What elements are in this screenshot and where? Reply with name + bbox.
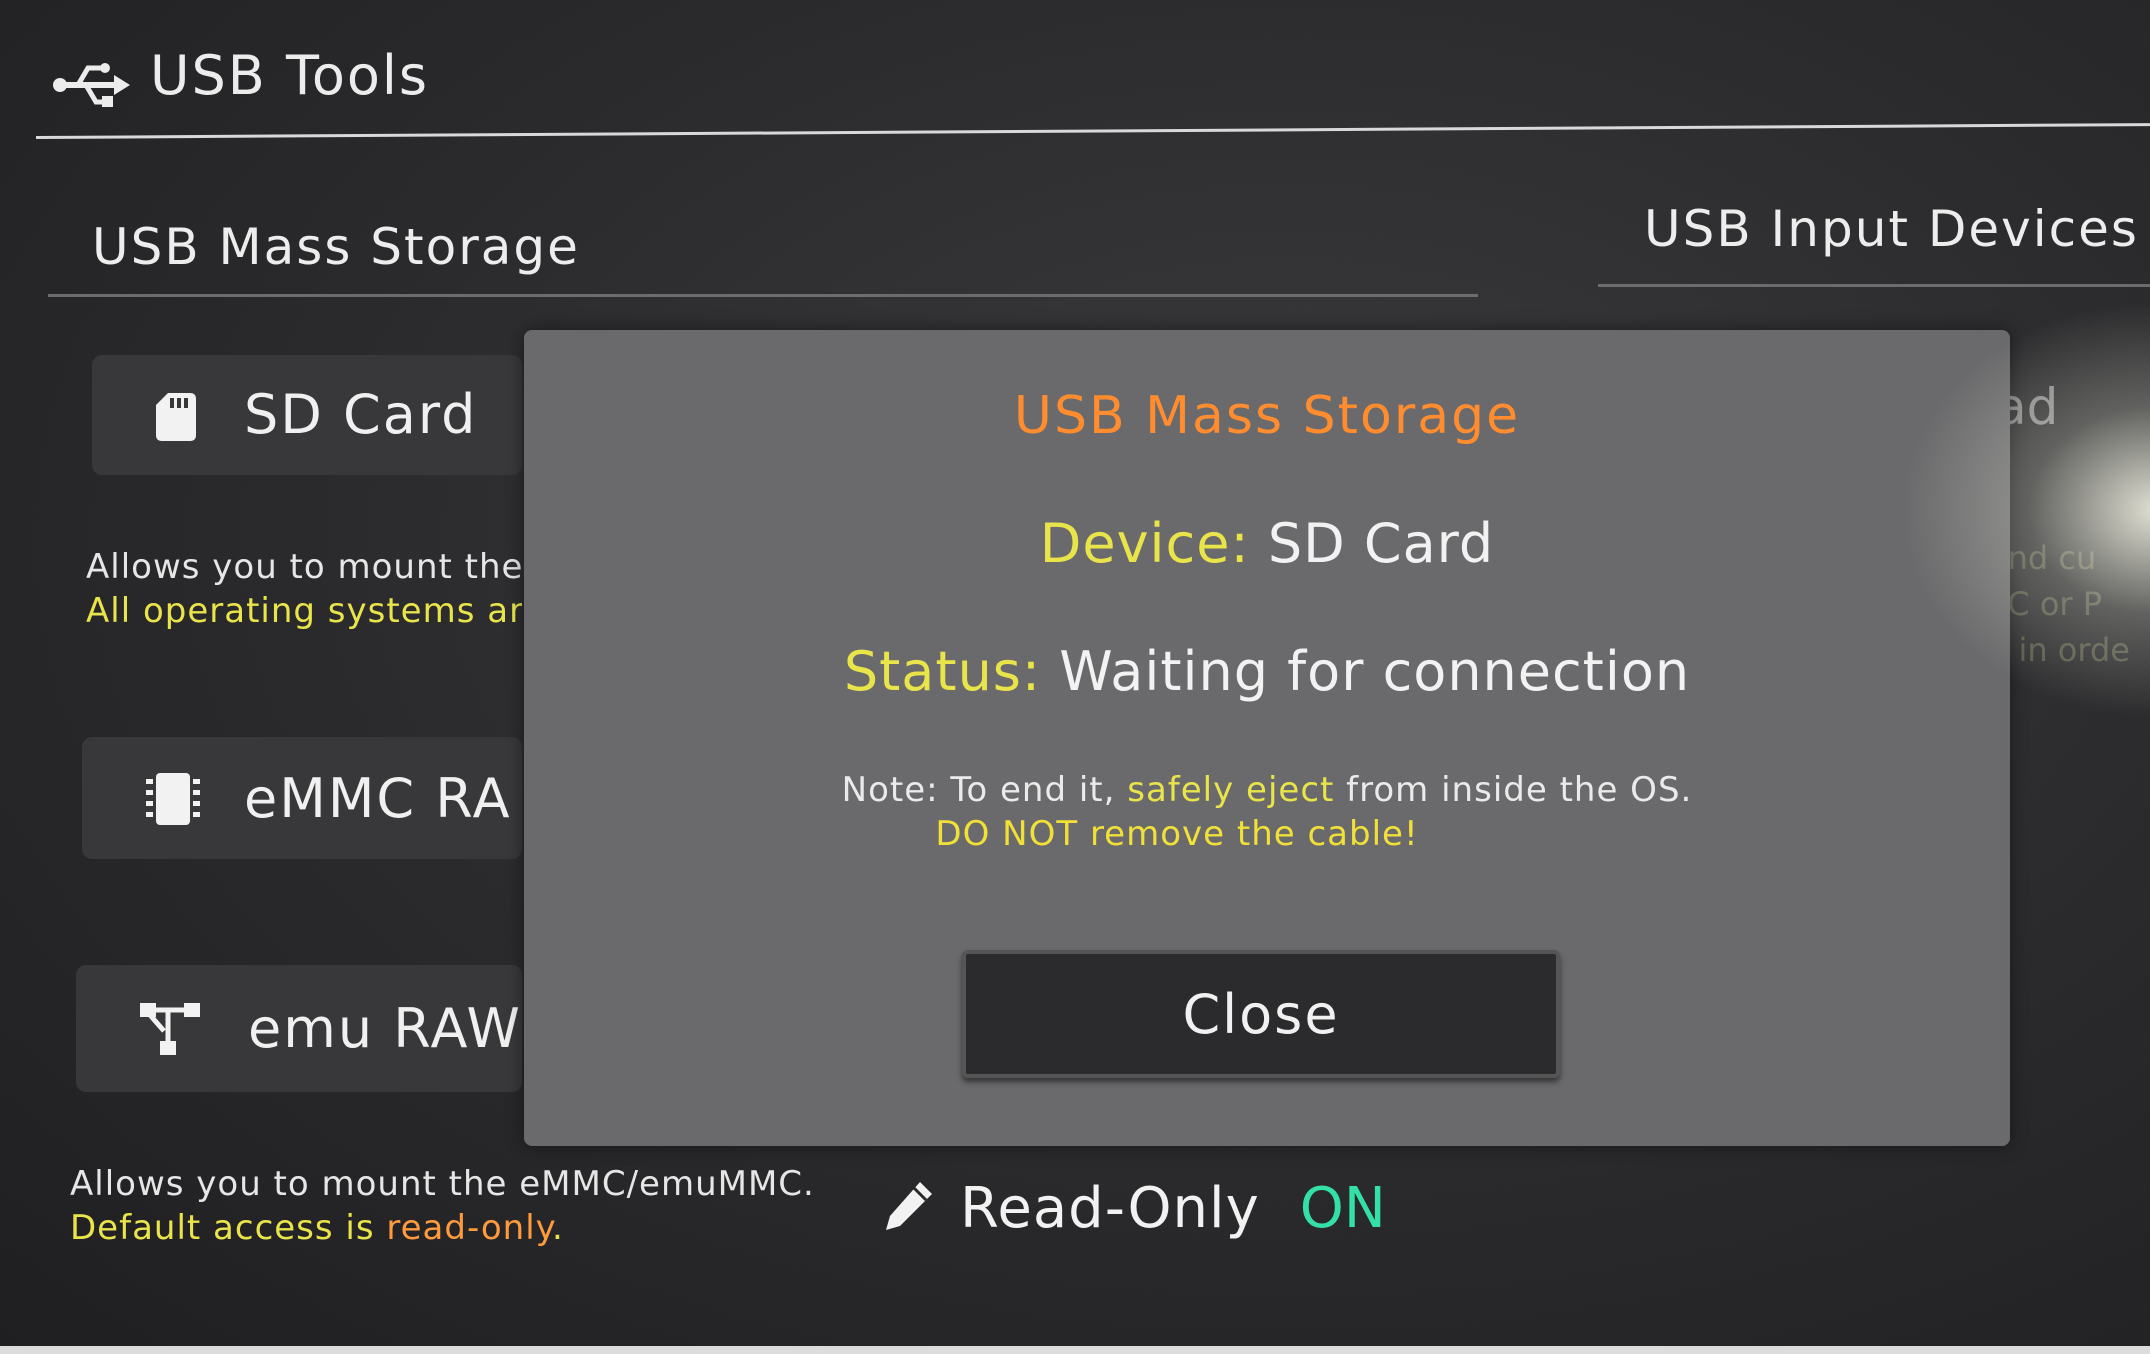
- emu-desc-line2-highlight: read-only: [386, 1208, 552, 1248]
- partition-icon: [140, 1003, 202, 1061]
- read-only-label: Read-Only: [960, 1175, 1260, 1241]
- menu-item-emu-raw[interactable]: emu RAW: [76, 965, 522, 1092]
- sd-card-description: Allows you to mount the S All operating …: [86, 545, 522, 633]
- pencil-icon: [882, 1180, 934, 1236]
- menu-item-sd-card[interactable]: SD Card: [92, 355, 522, 475]
- menu-item-emu-raw-label: emu RAW: [248, 997, 522, 1060]
- dialog-status-line: Status: Waiting for connection: [524, 640, 2010, 703]
- usb-icon: [52, 56, 130, 114]
- dialog-device-line: Device: SD Card: [524, 512, 2010, 575]
- note-suffix: from inside the OS.: [1334, 770, 1693, 810]
- close-button[interactable]: Close: [962, 950, 1560, 1078]
- note-highlight: safely eject: [1127, 770, 1335, 810]
- device-label: Device:: [1039, 512, 1250, 575]
- note-prefix: Note: To end it,: [841, 770, 1128, 810]
- status-label: Status:: [843, 640, 1042, 703]
- dialog-warning: DO NOT remove the cable!: [935, 814, 1419, 854]
- sd-desc-line2: All operating systems are: [86, 591, 522, 631]
- header-divider: [35, 123, 2150, 139]
- emu-desc-line1: Allows you to mount the eMMC/emuMMC.: [70, 1164, 815, 1204]
- tab-usb-mass-storage[interactable]: USB Mass Storage: [92, 218, 580, 276]
- page-title: USB Tools: [150, 44, 430, 107]
- dialog-note: Note: To end it, safely eject from insid…: [524, 770, 2010, 810]
- dialog-title: USB Mass Storage: [1013, 386, 1521, 446]
- sd-desc-line1: Allows you to mount the S: [86, 547, 522, 587]
- emu-desc-line2-prefix: Default access is: [70, 1208, 387, 1248]
- sd-card-icon: [156, 393, 196, 445]
- menu-item-emmc-raw-label: eMMC RA: [244, 767, 512, 830]
- tab-divider-left: [48, 294, 1478, 297]
- tab-divider-right: [1598, 284, 2150, 287]
- screen-bottom-edge: [0, 1346, 2150, 1354]
- status-value: Waiting for connection: [1059, 640, 1691, 703]
- menu-item-emmc-raw[interactable]: eMMC RA: [82, 737, 522, 859]
- emu-desc-line2-suffix: .: [551, 1208, 564, 1248]
- menu-item-sd-card-label: SD Card: [244, 383, 478, 446]
- read-only-toggle[interactable]: Read-Only ON: [882, 1172, 1386, 1244]
- emu-raw-description: Allows you to mount the eMMC/emuMMC. Def…: [70, 1162, 815, 1250]
- tab-usb-input-devices[interactable]: USB Input Devices: [1644, 200, 2139, 258]
- read-only-value: ON: [1299, 1175, 1386, 1241]
- chip-icon: [146, 771, 200, 831]
- device-value: SD Card: [1267, 512, 1495, 575]
- usb-mass-storage-dialog: USB Mass Storage Device: SD Card Status:…: [524, 330, 2010, 1146]
